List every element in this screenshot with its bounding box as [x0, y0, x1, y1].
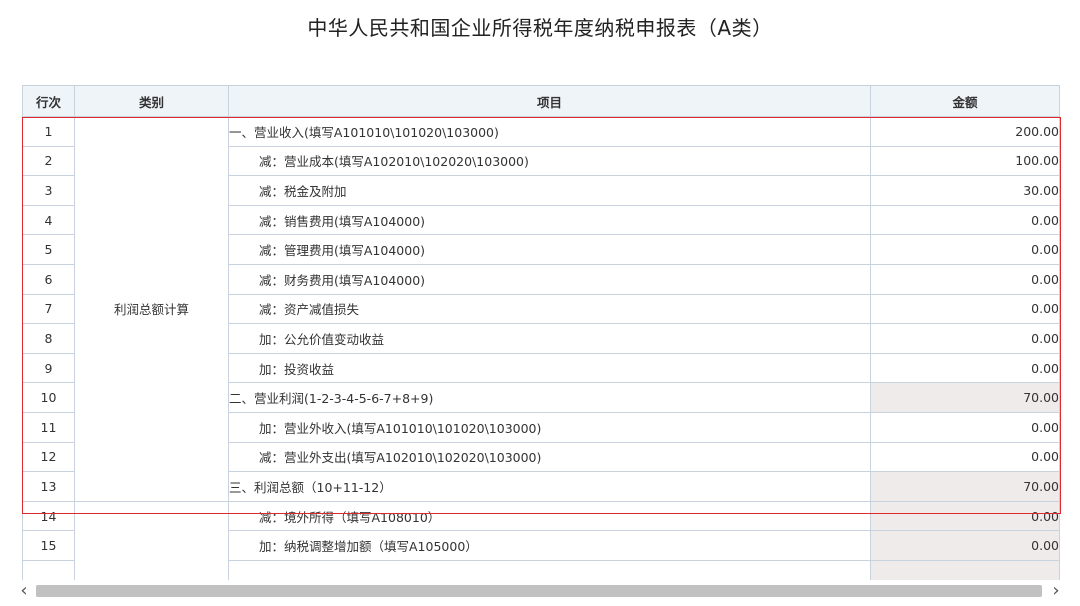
row-amount[interactable]: 30.00	[870, 175, 1060, 206]
row-amount[interactable]: 0.00	[870, 441, 1060, 473]
tax-table-container: 行次 类别 项目 金额 1 利润总额计算 一、营业收入(填写A101010\10…	[22, 85, 1060, 591]
chevron-left-icon[interactable]: ‹	[14, 581, 34, 601]
column-header-amount: 金额	[870, 85, 1060, 117]
row-number: 13	[22, 471, 75, 502]
row-item: 一、营业收入(填写A101010\101020\103000)	[228, 116, 871, 147]
row-number: 4	[22, 204, 75, 236]
column-header-no: 行次	[22, 85, 75, 117]
scrollbar-thumb[interactable]	[36, 585, 1042, 597]
row-number: 11	[22, 411, 75, 443]
row-amount-calculated: 0.00	[870, 500, 1060, 532]
table-row: 14 减：境外所得（填写A108010） 0.00	[22, 500, 1060, 591]
row-item: 加：投资收益	[228, 352, 871, 384]
row-number: 5	[22, 234, 75, 265]
row-item: 加：公允价值变动收益	[228, 323, 871, 354]
row-item: 减：资产减值损失	[228, 293, 871, 325]
row-number: 10	[22, 382, 75, 413]
row-amount-calculated: 70.00	[870, 471, 1060, 502]
row-amount[interactable]: 0.00	[870, 293, 1060, 325]
row-number: 1	[22, 116, 75, 147]
row-amount[interactable]: 0.00	[870, 263, 1060, 295]
table-header-row: 行次 类别 项目 金额	[22, 85, 1060, 117]
chevron-right-icon[interactable]: ›	[1046, 581, 1066, 601]
category-next	[74, 500, 229, 591]
row-amount[interactable]: 0.00	[870, 234, 1060, 265]
row-amount[interactable]: 0.00	[870, 204, 1060, 236]
row-item: 加：营业外收入(填写A101010\101020\103000)	[228, 411, 871, 443]
category-profit-total: 利润总额计算	[74, 116, 229, 502]
page-title: 中华人民共和国企业所得税年度纳税申报表（A类）	[307, 16, 773, 40]
row-item: 减：管理费用(填写A104000)	[228, 234, 871, 265]
row-number: 9	[22, 352, 75, 384]
column-header-item: 项目	[228, 85, 871, 117]
row-item: 减：税金及附加	[228, 175, 871, 206]
row-item: 减：财务费用(填写A104000)	[228, 263, 871, 295]
column-header-category: 类别	[74, 85, 229, 117]
row-number: 2	[22, 145, 75, 177]
row-number: 3	[22, 175, 75, 206]
row-amount[interactable]: 200.00	[870, 116, 1060, 147]
row-amount[interactable]: 0.00	[870, 411, 1060, 443]
row-number: 15	[22, 530, 75, 561]
tax-return-table: 行次 类别 项目 金额 1 利润总额计算 一、营业收入(填写A101010\10…	[22, 85, 1060, 591]
row-number: 6	[22, 263, 75, 295]
row-amount-calculated: 0.00	[870, 530, 1060, 561]
row-number: 14	[22, 500, 75, 532]
row-item: 减：境外所得（填写A108010）	[228, 500, 871, 532]
row-amount-calculated: 70.00	[870, 382, 1060, 413]
horizontal-scrollbar[interactable]: ‹ ›	[0, 580, 1080, 606]
row-number: 8	[22, 323, 75, 354]
row-item: 减：销售费用(填写A104000)	[228, 204, 871, 236]
row-item: 二、营业利润(1-2-3-4-5-6-7+8+9)	[228, 382, 871, 413]
row-number: 12	[22, 441, 75, 473]
scrollbar-track[interactable]	[36, 585, 1042, 597]
row-amount[interactable]: 100.00	[870, 145, 1060, 177]
row-item: 三、利润总额（10+11-12）	[228, 471, 871, 502]
row-number: 7	[22, 293, 75, 325]
row-amount[interactable]: 0.00	[870, 323, 1060, 354]
row-amount[interactable]: 0.00	[870, 352, 1060, 384]
row-item: 减：营业外支出(填写A102010\102020\103000)	[228, 441, 871, 473]
table-row: 1 利润总额计算 一、营业收入(填写A101010\101020\103000)…	[22, 116, 1060, 502]
row-item: 减：营业成本(填写A102010\102020\103000)	[228, 145, 871, 177]
row-item: 加：纳税调整增加额（填写A105000）	[228, 530, 871, 561]
